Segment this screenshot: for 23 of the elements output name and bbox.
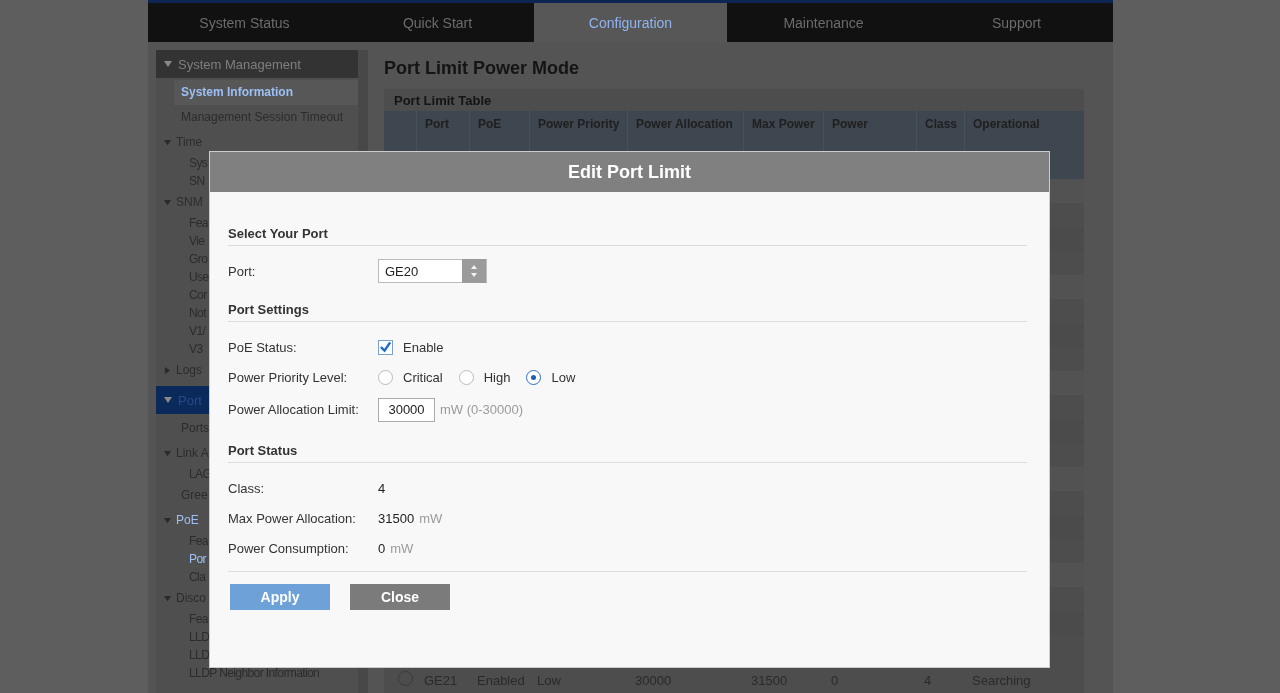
radio-label: Low	[551, 369, 576, 385]
field-label: Max Power Allocation:	[228, 510, 357, 526]
field-value: 31500	[378, 510, 415, 526]
unit-label: mW	[419, 510, 443, 526]
field-label: Power Allocation Limit:	[228, 402, 360, 417]
unit-label: mW	[390, 540, 414, 556]
field-label: Port:	[228, 263, 257, 279]
dialog-title: Edit Port Limit	[210, 152, 1049, 192]
field-value: 4	[378, 480, 386, 496]
page-title: Port Limit Power Mode	[384, 58, 580, 79]
field-value: 0	[378, 540, 386, 556]
section-heading: Select Your Port	[228, 226, 329, 243]
radio-label: Critical	[403, 369, 443, 385]
radio-label: High	[483, 369, 511, 385]
field-label: PoE Status:	[228, 339, 298, 355]
table-title: Port Limit Table	[393, 92, 493, 110]
field-label: Power Priority Level:	[228, 369, 349, 385]
field-label: Class:	[228, 480, 266, 496]
range-hint: mW (0-30000)	[440, 402, 524, 417]
field-label: Power Consumption:	[228, 540, 350, 556]
checkbox-label: Enable	[403, 339, 444, 355]
section-heading: Port Settings	[228, 302, 310, 319]
section-heading: Port Status	[228, 443, 299, 460]
